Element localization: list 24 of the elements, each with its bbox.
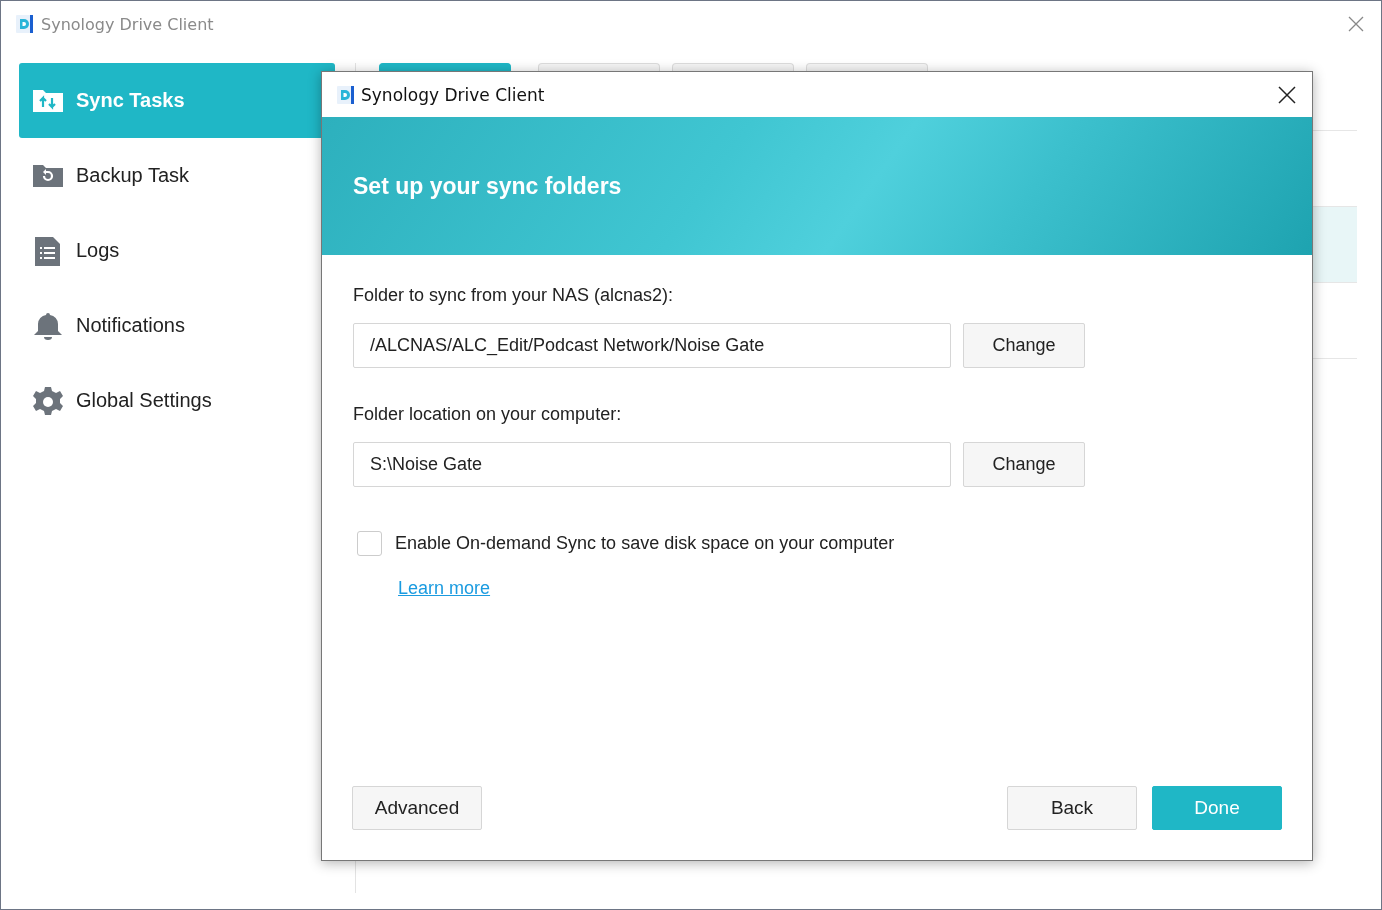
sidebar-item[interactable]: Global Settings [19, 363, 335, 438]
dialog-heading: Set up your sync folders [353, 172, 622, 200]
sidebar-item[interactable]: Backup Task [19, 138, 335, 213]
close-icon [1277, 84, 1297, 105]
sidebar-item[interactable]: Notifications [19, 288, 335, 363]
window-title: Synology Drive Client [41, 14, 214, 34]
dialog-title: Synology Drive Client [361, 84, 545, 105]
checkbox-label: Enable On-demand Sync to save disk space on your computer [395, 533, 895, 554]
advanced-button[interactable]: Advanced [352, 786, 482, 830]
bell-icon [33, 310, 63, 341]
change-button[interactable]: Change [963, 442, 1085, 487]
path-field[interactable]: S:\Noise Gate [353, 442, 951, 487]
sidebar-item[interactable]: Logs [19, 213, 335, 288]
change-button[interactable]: Change [963, 323, 1085, 368]
settings-icon [33, 385, 63, 416]
field-label: Folder location on your computer: [353, 404, 623, 425]
close-icon [1347, 15, 1365, 33]
app-logo-icon [15, 14, 34, 34]
app-logo-icon [336, 84, 355, 105]
path-field[interactable]: /ALCNAS/ALC_Edit/Podcast Network/Noise Gate [353, 323, 951, 368]
checkbox[interactable] [357, 531, 382, 556]
back-button[interactable]: Back [1007, 786, 1137, 830]
field-label: Folder to sync from your NAS (alcnas2): [353, 285, 675, 306]
document-list-icon [33, 235, 63, 266]
